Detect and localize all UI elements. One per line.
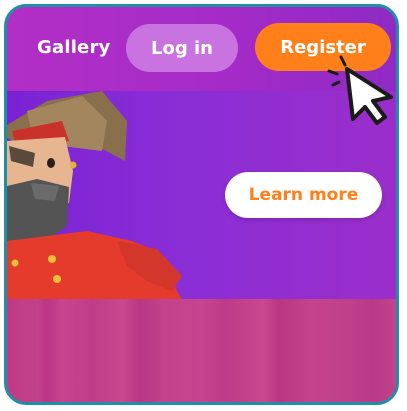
login-button[interactable]: Log in [126,24,238,72]
content-section-background [7,299,396,402]
pointer-cursor-icon [327,55,393,125]
pirate-character-illustration [7,91,182,299]
learn-more-button[interactable]: Learn more [225,172,382,218]
gallery-link[interactable]: Gallery [37,37,110,58]
screenshot-frame: Gallery Log in Register Learn more [4,4,399,405]
